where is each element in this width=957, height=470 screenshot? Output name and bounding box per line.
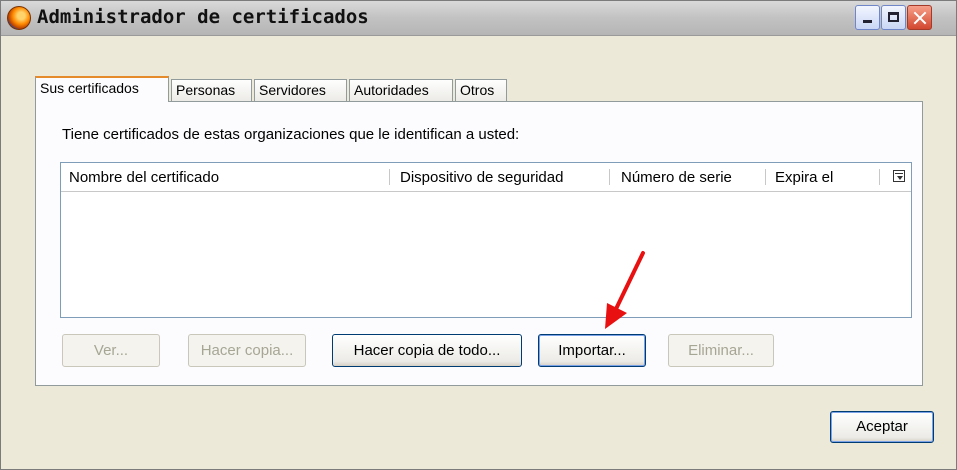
minimize-icon	[856, 6, 879, 29]
tab-servidores[interactable]: Servidores	[254, 79, 347, 101]
tab-panel: Tiene certificados de estas organizacion…	[35, 101, 923, 386]
ok-button[interactable]: Aceptar	[830, 411, 934, 443]
certificate-manager-window: Administrador de certificados Sus certif…	[0, 0, 957, 470]
app-icon	[7, 6, 31, 30]
maximize-button[interactable]	[881, 5, 906, 30]
close-icon	[908, 6, 931, 29]
column-divider[interactable]	[765, 169, 766, 185]
tab-autoridades[interactable]: Autoridades	[349, 79, 453, 101]
column-divider[interactable]	[609, 169, 610, 185]
column-numero-serie[interactable]: Número de serie	[621, 169, 732, 186]
column-header-row: Nombre del certificado Dispositivo de se…	[61, 163, 911, 192]
panel-description: Tiene certificados de estas organizacion…	[62, 126, 520, 143]
certificate-list[interactable]: Nombre del certificado Dispositivo de se…	[60, 162, 912, 318]
minimize-button[interactable]	[855, 5, 880, 30]
delete-button[interactable]: Eliminar...	[668, 334, 774, 367]
backup-all-button[interactable]: Hacer copia de todo...	[332, 334, 522, 367]
view-button[interactable]: Ver...	[62, 334, 160, 367]
titlebar[interactable]: Administrador de certificados	[1, 1, 956, 36]
maximize-icon	[882, 6, 905, 29]
column-expira[interactable]: Expira el	[775, 169, 833, 186]
tab-sus-certificados[interactable]: Sus certificados	[35, 76, 169, 102]
column-divider[interactable]	[879, 169, 880, 185]
tab-personas[interactable]: Personas	[171, 79, 252, 101]
close-button[interactable]	[907, 5, 932, 30]
import-button[interactable]: Importar...	[538, 334, 646, 367]
tab-otros[interactable]: Otros	[455, 79, 507, 101]
backup-button[interactable]: Hacer copia...	[188, 334, 306, 367]
column-picker-icon[interactable]	[893, 170, 905, 182]
column-divider[interactable]	[389, 169, 390, 185]
window-title: Administrador de certificados	[37, 6, 369, 28]
column-dispositivo[interactable]: Dispositivo de seguridad	[400, 169, 563, 186]
column-nombre[interactable]: Nombre del certificado	[69, 169, 219, 186]
